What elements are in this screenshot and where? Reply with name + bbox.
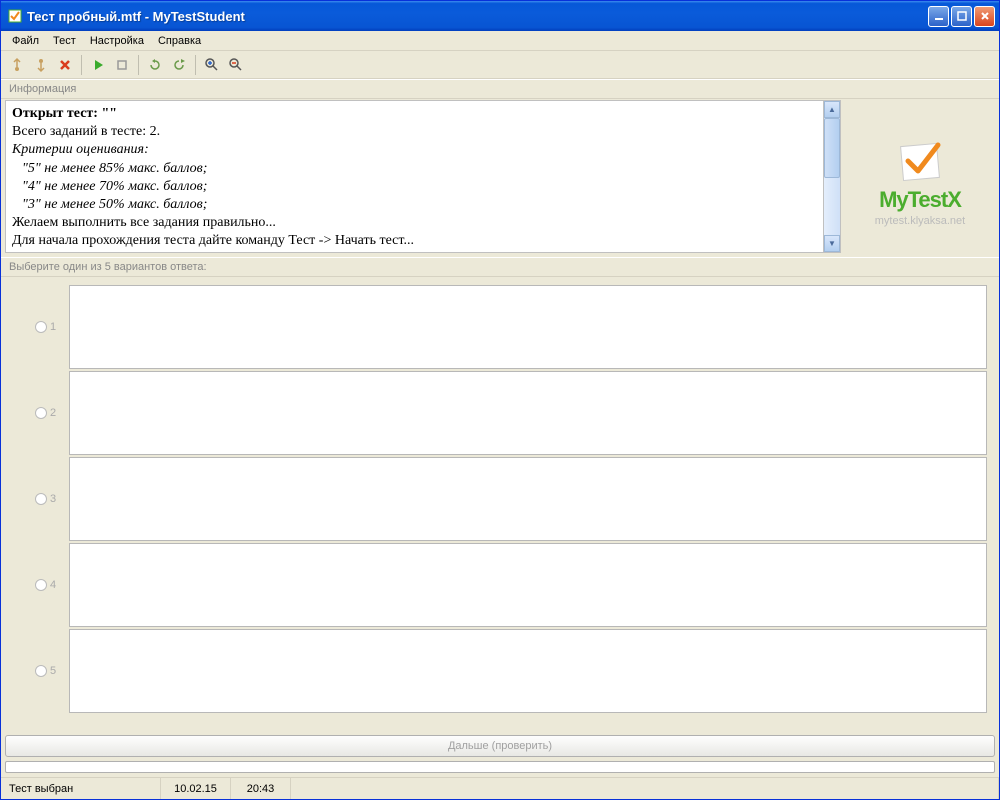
status-empty bbox=[291, 778, 999, 799]
status-time: 20:43 bbox=[231, 778, 291, 799]
scroll-down-icon[interactable]: ▼ bbox=[824, 235, 840, 252]
info-start: Для начала прохождения теста дайте коман… bbox=[12, 232, 817, 250]
answer-box-5[interactable] bbox=[69, 629, 987, 713]
answer-row: 1 bbox=[13, 285, 987, 369]
answer-box-2[interactable] bbox=[69, 371, 987, 455]
scroll-track[interactable] bbox=[824, 118, 840, 235]
menu-test[interactable]: Тест bbox=[46, 33, 83, 49]
next-button-row: Дальше (проверить) bbox=[1, 733, 999, 761]
answer-row: 4 bbox=[13, 543, 987, 627]
info-criteria: Критерии оценивания: bbox=[12, 141, 817, 159]
answer-row: 5 bbox=[13, 629, 987, 713]
answer-radio-2[interactable]: 2 bbox=[13, 407, 69, 419]
radio-icon[interactable] bbox=[35, 407, 47, 419]
scroll-thumb[interactable] bbox=[824, 118, 840, 178]
answer-box-4[interactable] bbox=[69, 543, 987, 627]
statusbar: Тест выбран 10.02.15 20:43 bbox=[1, 777, 999, 799]
answer-box-3[interactable] bbox=[69, 457, 987, 541]
toolbar-separator bbox=[195, 55, 196, 75]
answer-radio-3[interactable]: 3 bbox=[13, 493, 69, 505]
play-icon[interactable] bbox=[88, 55, 108, 75]
status-state: Тест выбран bbox=[1, 778, 161, 799]
menu-settings[interactable]: Настройка bbox=[83, 33, 151, 49]
info-panel: Открыт тест: "" Всего заданий в тесте: 2… bbox=[5, 100, 841, 253]
window-title: Тест пробный.mtf - MyTestStudent bbox=[27, 9, 928, 24]
logo-area: MyTestX mytest.klyaksa.net bbox=[845, 100, 995, 253]
scroll-up-icon[interactable]: ▲ bbox=[824, 101, 840, 118]
logo-url: mytest.klyaksa.net bbox=[875, 215, 965, 227]
info-total: Всего заданий в тесте: 2. bbox=[12, 123, 817, 141]
stop-icon[interactable] bbox=[112, 55, 132, 75]
answer-number: 1 bbox=[50, 321, 56, 333]
radio-icon[interactable] bbox=[35, 321, 47, 333]
info-grade3: "3" не менее 50% макс. баллов; bbox=[22, 196, 817, 214]
progress-row bbox=[1, 761, 999, 777]
toolbar bbox=[1, 51, 999, 79]
question-panel-header: Выберите один из 5 вариантов ответа: bbox=[1, 257, 999, 277]
menu-help[interactable]: Справка bbox=[151, 33, 208, 49]
titlebar: Тест пробный.mtf - MyTestStudent bbox=[1, 1, 999, 31]
radio-icon[interactable] bbox=[35, 579, 47, 591]
answer-number: 2 bbox=[50, 407, 56, 419]
status-date: 10.02.15 bbox=[161, 778, 231, 799]
answer-radio-4[interactable]: 4 bbox=[13, 579, 69, 591]
answer-radio-5[interactable]: 5 bbox=[13, 665, 69, 677]
radio-icon[interactable] bbox=[35, 493, 47, 505]
back-icon[interactable] bbox=[169, 55, 189, 75]
close-button[interactable] bbox=[974, 6, 995, 27]
app-window: Тест пробный.mtf - MyTestStudent Файл Те… bbox=[0, 0, 1000, 800]
answer-row: 2 bbox=[13, 371, 987, 455]
zoom-out-icon[interactable] bbox=[226, 55, 246, 75]
logo-checkmark-icon bbox=[890, 137, 950, 187]
logo-text: MyTestX bbox=[879, 187, 961, 213]
answer-box-1[interactable] bbox=[69, 285, 987, 369]
app-icon bbox=[7, 8, 23, 24]
info-grade4: "4" не менее 70% макс. баллов; bbox=[22, 178, 817, 196]
answer-number: 5 bbox=[50, 665, 56, 677]
hand-up-icon[interactable] bbox=[7, 55, 27, 75]
answer-number: 3 bbox=[50, 493, 56, 505]
window-controls bbox=[928, 6, 995, 27]
info-text: Открыт тест: "" Всего заданий в тесте: 2… bbox=[6, 101, 823, 252]
answers-area: 1 2 3 4 bbox=[1, 277, 999, 733]
toolbar-separator bbox=[81, 55, 82, 75]
info-grade5: "5" не менее 85% макс. баллов; bbox=[22, 160, 817, 178]
answer-row: 3 bbox=[13, 457, 987, 541]
radio-icon[interactable] bbox=[35, 665, 47, 677]
maximize-button[interactable] bbox=[951, 6, 972, 27]
answer-radio-1[interactable]: 1 bbox=[13, 321, 69, 333]
menu-file[interactable]: Файл bbox=[5, 33, 46, 49]
info-wish: Желаем выполнить все задания правильно..… bbox=[12, 214, 817, 232]
cancel-icon[interactable] bbox=[55, 55, 75, 75]
hand-down-icon[interactable] bbox=[31, 55, 51, 75]
info-opened: Открыт тест: "" bbox=[12, 105, 817, 123]
next-button[interactable]: Дальше (проверить) bbox=[5, 735, 995, 757]
menubar: Файл Тест Настройка Справка bbox=[1, 31, 999, 51]
answer-number: 4 bbox=[50, 579, 56, 591]
info-panel-header: Информация bbox=[1, 79, 999, 99]
minimize-button[interactable] bbox=[928, 6, 949, 27]
toolbar-separator bbox=[138, 55, 139, 75]
info-section: Открыт тест: "" Всего заданий в тесте: 2… bbox=[1, 99, 999, 257]
refresh-icon[interactable] bbox=[145, 55, 165, 75]
scrollbar[interactable]: ▲ ▼ bbox=[823, 101, 840, 252]
zoom-in-icon[interactable] bbox=[202, 55, 222, 75]
progress-bar bbox=[5, 761, 995, 773]
